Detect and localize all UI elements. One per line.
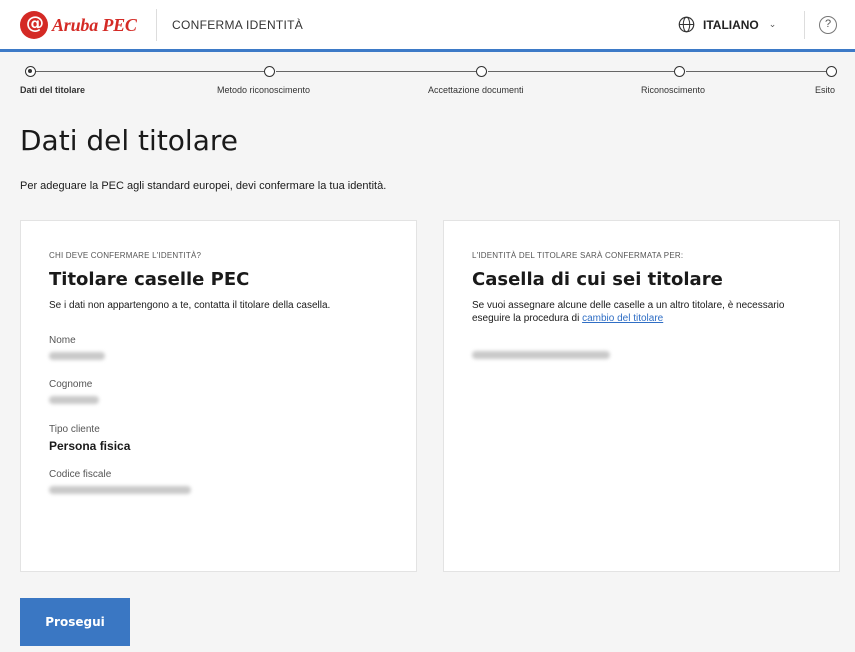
language-selector[interactable]: ITALIANO ⌄ [678, 16, 776, 33]
help-icon[interactable]: ? [819, 16, 837, 34]
tipo-cliente-label: Tipo cliente [49, 424, 100, 435]
step-connector [36, 71, 264, 72]
codice-fiscale-label: Codice fiscale [49, 469, 112, 480]
header-divider-right [804, 11, 805, 39]
top-bar: Aruba PEC CONFERMA IDENTITÀ ITALIANO ⌄ ? [0, 0, 855, 52]
holder-card-eyebrow: CHI DEVE CONFERMARE L'IDENTITÀ? [49, 251, 202, 260]
step-1-label: Dati del titolare [20, 85, 86, 95]
mailbox-card-eyebrow: L'IDENTITÀ DEL TITOLARE SARÀ CONFERMATA … [472, 251, 684, 260]
chevron-down-icon: ⌄ [768, 19, 777, 29]
progress-stepper: Dati del titolare Metodo riconoscimento … [0, 52, 855, 102]
holder-card-title: Titolare caselle PEC [49, 269, 250, 290]
step-3-label: Accettazione documenti [428, 85, 524, 95]
step-4-indicator [674, 66, 685, 77]
step-2-label: Metodo riconoscimento [217, 85, 311, 95]
mailbox-card-description: Se vuoi assegnare alcune delle caselle a… [472, 299, 822, 325]
nome-label: Nome [49, 335, 76, 346]
step-connector [488, 71, 674, 72]
language-label: ITALIANO [703, 17, 759, 32]
step-4-label: Riconoscimento [641, 85, 706, 95]
tipo-cliente-value: Persona fisica [49, 439, 131, 453]
holder-card: CHI DEVE CONFERMARE L'IDENTITÀ? Titolare… [20, 220, 417, 572]
page-title: Dati del titolare [20, 124, 238, 157]
aruba-logo-icon [20, 11, 48, 39]
globe-icon [678, 16, 695, 33]
aruba-logo[interactable]: Aruba PEC [20, 11, 137, 39]
header-title: CONFERMA IDENTITÀ [172, 18, 304, 32]
step-2-indicator [264, 66, 275, 77]
mailbox-card: L'IDENTITÀ DEL TITOLARE SARÀ CONFERMATA … [443, 220, 840, 572]
codice-fiscale-value-redacted [49, 486, 191, 494]
holder-card-description: Se i dati non appartengono a te, contatt… [49, 300, 331, 311]
change-holder-link[interactable]: cambio del titolare [582, 313, 663, 324]
step-3-indicator [476, 66, 487, 77]
step-connector [686, 71, 826, 72]
step-5-label: Esito [815, 85, 836, 95]
intro-text: Per adeguare la PEC agli standard europe… [20, 180, 387, 192]
continue-button[interactable]: Prosegui [20, 598, 130, 646]
cognome-value-redacted [49, 396, 99, 404]
header-divider [156, 9, 157, 41]
nome-value-redacted [49, 352, 105, 360]
brand-name: Aruba PEC [52, 14, 137, 35]
step-5-indicator [826, 66, 837, 77]
mailbox-card-title: Casella di cui sei titolare [472, 269, 723, 290]
mailbox-address-redacted [472, 351, 610, 359]
step-1-indicator [25, 66, 36, 77]
cognome-label: Cognome [49, 379, 93, 390]
step-connector [276, 71, 476, 72]
